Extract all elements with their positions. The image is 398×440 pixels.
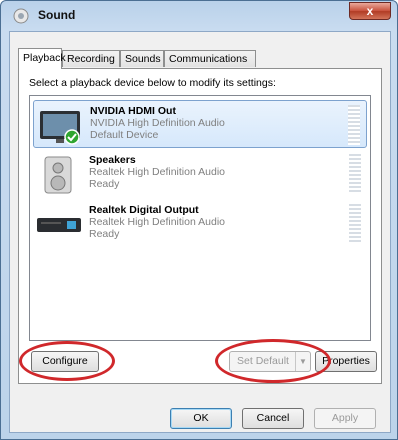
tab-playback[interactable]: Playback — [18, 48, 66, 69]
device-status: Default Device — [90, 129, 159, 141]
monitor-icon — [40, 111, 80, 145]
digital-output-icon — [37, 218, 81, 232]
close-button[interactable]: x — [349, 2, 391, 20]
level-meter — [349, 154, 361, 194]
device-item-nvidia-hdmi[interactable]: NVIDIA HDMI Out NVIDIA High Definition A… — [33, 100, 367, 148]
device-item-realtek-digital[interactable]: Realtek Digital Output Realtek High Defi… — [33, 200, 367, 248]
device-driver: NVIDIA High Definition Audio — [90, 117, 225, 129]
device-name: Realtek Digital Output — [89, 204, 199, 216]
device-name: Speakers — [89, 154, 136, 166]
tab-recording[interactable]: Recording — [62, 50, 120, 67]
device-driver: Realtek High Definition Audio — [89, 166, 225, 178]
window-title: Sound — [38, 8, 76, 22]
device-status: Ready — [89, 178, 120, 190]
speaker-icon — [44, 156, 72, 194]
level-meter — [349, 204, 361, 244]
set-default-highlight-circle — [215, 339, 331, 383]
device-item-speakers[interactable]: Speakers Realtek High Definition Audio R… — [33, 150, 367, 198]
tab-sounds[interactable]: Sounds — [120, 50, 164, 67]
ok-button[interactable]: OK — [170, 408, 232, 429]
apply-button: Apply — [314, 408, 376, 429]
device-list[interactable]: NVIDIA HDMI Out NVIDIA High Definition A… — [29, 95, 371, 341]
configure-highlight-circle — [19, 341, 115, 381]
sound-icon — [13, 8, 29, 24]
dialog-client: Playback Recording Sounds Communications… — [9, 31, 391, 433]
sound-dialog: Sound x Playback Recording Sounds Commun… — [0, 0, 398, 440]
device-driver: Realtek High Definition Audio — [89, 216, 225, 228]
device-status: Ready — [89, 228, 120, 240]
device-name: NVIDIA HDMI Out — [90, 105, 176, 117]
instruction-text: Select a playback device below to modify… — [29, 77, 276, 89]
level-meter — [348, 105, 360, 145]
title-bar[interactable]: Sound x — [1, 1, 397, 31]
tab-communications[interactable]: Communications — [164, 50, 256, 67]
playback-panel: Select a playback device below to modify… — [18, 68, 382, 384]
cancel-button[interactable]: Cancel — [242, 408, 304, 429]
